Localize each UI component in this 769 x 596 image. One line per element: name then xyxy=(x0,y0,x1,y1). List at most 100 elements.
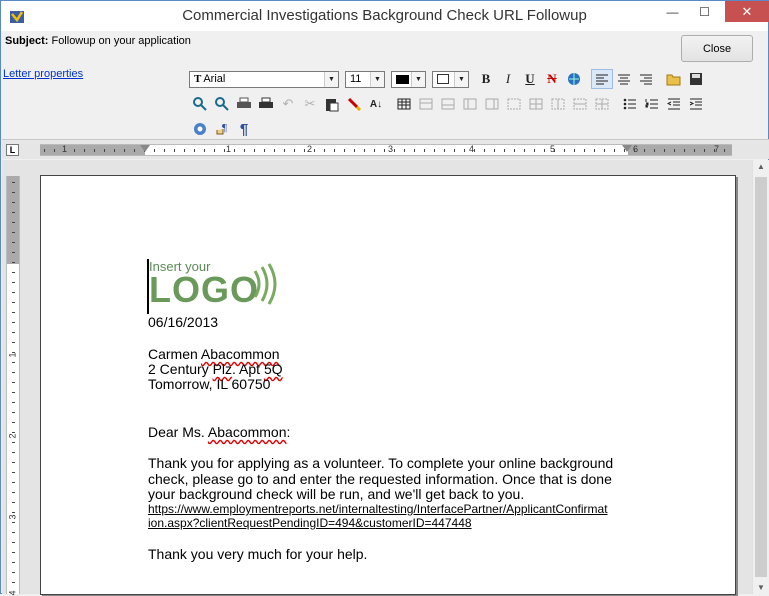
scroll-down-icon[interactable]: ▼ xyxy=(757,583,765,592)
right-indent-marker[interactable] xyxy=(622,145,632,152)
insert-column-left-button[interactable] xyxy=(459,94,481,114)
underline-button[interactable]: U xyxy=(519,69,541,89)
ruler-tick xyxy=(454,149,455,152)
ruler-tick xyxy=(12,542,15,543)
ruler-tick xyxy=(514,149,515,152)
cut-button[interactable]: ✂ xyxy=(299,94,321,114)
ruler-tick xyxy=(12,402,15,403)
ruler-tick xyxy=(94,149,95,152)
top-margin-region xyxy=(7,176,19,264)
ruler-tick xyxy=(12,252,15,253)
ruler-tick xyxy=(604,149,605,152)
font-color-select[interactable]: ▼ xyxy=(391,70,426,88)
undo-button[interactable]: ↶ xyxy=(277,94,299,114)
ruler-tick xyxy=(404,149,405,152)
document-page[interactable]: Insert your LOGO 06/16/2013 Carmen Abaco… xyxy=(40,175,736,595)
find-replace-button[interactable]: A↓ xyxy=(365,94,387,114)
font-size-select[interactable]: 11 ▼ xyxy=(345,70,385,88)
insert-image-button[interactable] xyxy=(189,119,211,139)
ruler-tick xyxy=(12,522,15,523)
italic-button[interactable]: I xyxy=(497,69,519,89)
confirmation-url-line-1[interactable]: https://www.employmentreports.net/intern… xyxy=(148,502,608,516)
ruler-tick xyxy=(654,149,655,152)
letter-properties-link[interactable]: Letter properties xyxy=(3,68,83,80)
show-marks-hand-button[interactable]: ¶ xyxy=(211,119,233,139)
ruler-tick xyxy=(344,149,345,152)
ruler-tick xyxy=(12,512,15,513)
ruler-tick xyxy=(724,149,725,152)
letter-date: 06/16/2013 xyxy=(148,314,219,330)
border-select[interactable]: ▼ xyxy=(432,70,469,88)
zoom-out-button[interactable] xyxy=(211,94,233,114)
logo-placeholder[interactable]: Insert your LOGO xyxy=(149,259,289,311)
bullet-list-button[interactable] xyxy=(619,94,641,114)
delete-row-button[interactable] xyxy=(525,94,547,114)
ruler-tick xyxy=(704,149,705,152)
minimize-button[interactable]: — xyxy=(659,1,686,22)
insert-column-right-button[interactable] xyxy=(481,94,503,114)
format-painter-button[interactable] xyxy=(343,94,365,114)
confirmation-url-line-2[interactable]: ion.aspx?clientRequestPendingID=494&cust… xyxy=(148,516,472,530)
printer-icon xyxy=(237,97,251,108)
svg-text:¶: ¶ xyxy=(222,122,227,134)
ruler-tick xyxy=(12,442,15,443)
left-indent-marker[interactable] xyxy=(140,145,150,152)
ruler-tick xyxy=(12,472,15,473)
ruler-tick xyxy=(674,149,675,152)
ruler-tick xyxy=(474,149,475,152)
print-preview-icon xyxy=(259,97,273,108)
ruler-tick xyxy=(12,582,15,583)
insert-hyperlink-button[interactable] xyxy=(563,69,585,89)
open-button[interactable] xyxy=(663,69,685,89)
increase-indent-button[interactable] xyxy=(685,94,707,114)
bullet-list-icon xyxy=(623,98,636,110)
numbered-list-button[interactable] xyxy=(641,94,663,114)
ruler-tick xyxy=(334,149,335,152)
save-button[interactable] xyxy=(685,69,707,89)
vertical-ruler[interactable]: 1 2 3 4 xyxy=(6,176,20,596)
ruler-tick xyxy=(164,149,165,152)
insert-row-below-button[interactable] xyxy=(437,94,459,114)
delete-column-button[interactable] xyxy=(547,94,569,114)
ruler-tick xyxy=(12,532,15,533)
bold-button[interactable]: B xyxy=(475,69,497,89)
window-close-button[interactable]: ✕ xyxy=(725,1,769,22)
paste-button[interactable] xyxy=(321,94,343,114)
close-button[interactable]: Close xyxy=(681,35,753,62)
maximize-button[interactable]: ☐ xyxy=(691,1,718,22)
editor-area: 1 2 3 4 Insert your LOGO 06/16/2013 Carm… xyxy=(2,160,752,596)
merge-cells-icon xyxy=(573,98,587,110)
align-center-icon xyxy=(618,74,630,85)
scroll-up-icon[interactable]: ▲ xyxy=(757,162,765,171)
decrease-indent-button[interactable] xyxy=(663,94,685,114)
ruler-tick xyxy=(12,322,15,323)
tab-stop-selector[interactable]: L xyxy=(6,144,19,156)
address-apt: 5Q xyxy=(263,361,283,377)
show-paragraph-marks-button[interactable]: ¶ xyxy=(233,119,255,139)
align-center-button[interactable] xyxy=(613,69,635,89)
vertical-scrollbar[interactable]: ▲ ▼ xyxy=(752,160,769,594)
merge-cells-button[interactable] xyxy=(569,94,591,114)
row-above-icon xyxy=(419,98,433,110)
ruler-tick xyxy=(534,149,535,152)
horizontal-ruler[interactable]: 1 1 2 3 4 5 6 7 xyxy=(40,144,732,156)
insert-table-button[interactable] xyxy=(393,94,415,114)
greeting-suffix: : xyxy=(286,424,291,440)
align-right-button[interactable] xyxy=(635,69,657,89)
ruler-tick xyxy=(644,149,645,152)
align-left-button[interactable] xyxy=(591,69,613,89)
ruler-tick xyxy=(114,149,115,152)
ruler-label: 2 xyxy=(307,144,313,154)
strikethrough-button[interactable]: N xyxy=(541,69,563,89)
outdent-icon xyxy=(667,98,680,110)
print-button[interactable] xyxy=(233,94,255,114)
font-name-select[interactable]: T Arial ▼ xyxy=(189,70,339,88)
split-cells-button[interactable] xyxy=(591,94,613,114)
delete-cells-button[interactable] xyxy=(503,94,525,114)
ruler-tick xyxy=(12,382,15,383)
scroll-thumb[interactable] xyxy=(755,177,767,577)
address-prefix: 2 Century xyxy=(148,361,213,377)
zoom-in-button[interactable] xyxy=(189,94,211,114)
insert-row-above-button[interactable] xyxy=(415,94,437,114)
print-preview-button[interactable] xyxy=(255,94,277,114)
